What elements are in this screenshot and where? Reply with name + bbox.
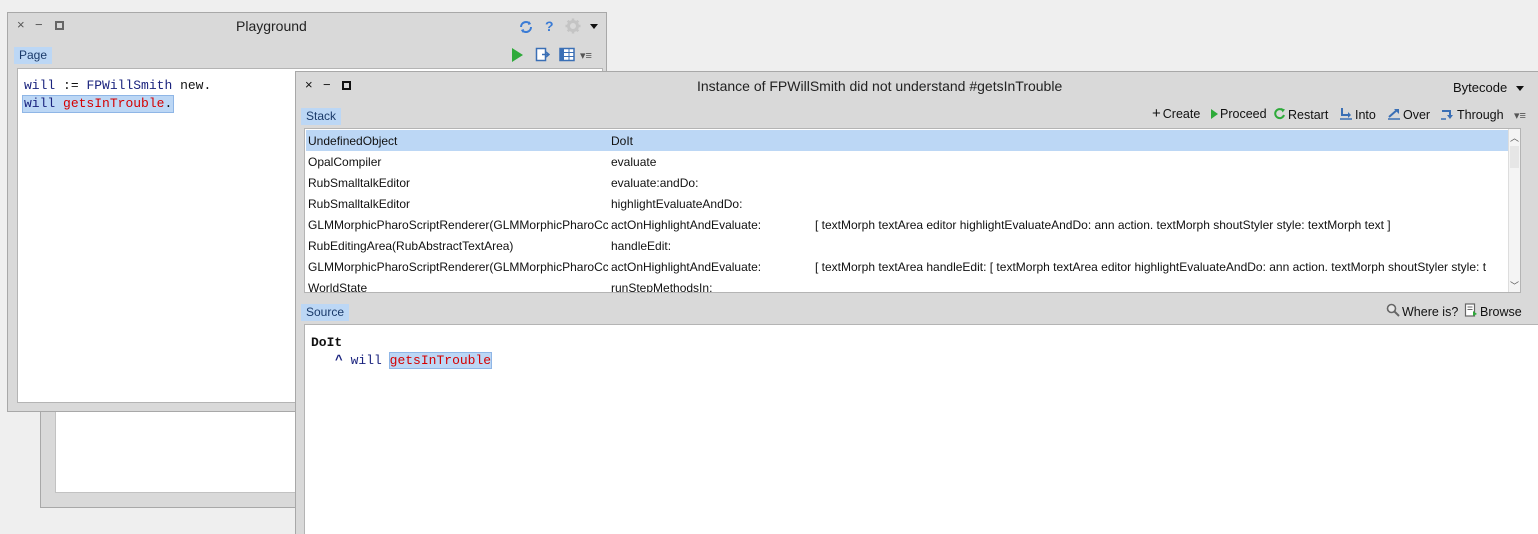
proceed-button[interactable]: Proceed xyxy=(1211,107,1267,121)
stack-class: GLMMorphicPharoScriptRenderer(GLMMorphic… xyxy=(308,260,608,274)
stack-list[interactable]: UndefinedObject DoIt OpalCompiler evalua… xyxy=(304,128,1521,293)
source-variable: will xyxy=(350,353,382,368)
debugger-window: × − Instance of FPWillSmith did not unde… xyxy=(295,71,1538,534)
help-icon[interactable]: ? xyxy=(545,18,554,34)
stack-class: RubSmalltalkEditor xyxy=(308,197,411,211)
window-title: Playground xyxy=(236,18,307,34)
tab-page-label: Page xyxy=(19,48,48,62)
stack-row[interactable]: UndefinedObject DoIt xyxy=(306,130,1508,151)
stack-row[interactable]: WorldState runStepMethodsIn: xyxy=(306,277,1508,293)
proceed-label: Proceed xyxy=(1220,107,1267,121)
playground-menu-icon[interactable]: ▾≡ xyxy=(580,49,592,62)
plus-icon: + xyxy=(1152,105,1161,122)
code-variable: will xyxy=(24,78,56,93)
settings-gear-icon[interactable] xyxy=(565,18,581,37)
tab-source-label: Source xyxy=(306,305,345,319)
menu-dropdown-icon[interactable] xyxy=(590,24,598,29)
stack-method: actOnHighlightAndEvaluate: xyxy=(611,218,762,232)
step-over-icon xyxy=(1387,107,1401,123)
stack-class: OpalCompiler xyxy=(308,155,382,169)
playground-titlebar[interactable]: × − Playground ? xyxy=(8,13,606,39)
through-button[interactable]: Through xyxy=(1440,107,1504,123)
minimize-icon[interactable]: − xyxy=(35,18,43,32)
maximize-icon[interactable] xyxy=(342,81,351,90)
scroll-down-icon[interactable]: ﹀ xyxy=(1509,279,1520,291)
stack-method: evaluate xyxy=(611,155,657,169)
tab-stack[interactable]: Stack xyxy=(301,108,342,125)
stack-method: DoIt xyxy=(611,134,634,148)
code-line-2-selected: will getsInTrouble. xyxy=(21,95,175,113)
stack-row[interactable]: RubSmalltalkEditor evaluate:andDo: xyxy=(306,172,1508,193)
stack-scrollbar[interactable]: ︿ ﹀ xyxy=(1508,129,1520,292)
stack-method: runStepMethodsIn: xyxy=(611,281,713,293)
stack-row[interactable]: GLMMorphicPharoScriptRenderer(GLMMorphic… xyxy=(306,256,1508,277)
create-button[interactable]: + Create xyxy=(1152,105,1201,122)
stack-class: GLMMorphicPharoScriptRenderer(GLMMorphic… xyxy=(308,218,608,232)
stack-row[interactable]: OpalCompiler evaluate xyxy=(306,151,1508,172)
source-line: ^ will getsInTrouble xyxy=(335,352,493,369)
through-label: Through xyxy=(1457,108,1504,122)
stack-row[interactable]: RubEditingArea(RubAbstractTextArea) hand… xyxy=(306,235,1508,256)
browse-icon xyxy=(1464,303,1478,320)
maximize-icon[interactable] xyxy=(55,21,64,30)
bindings-table-icon[interactable] xyxy=(559,47,575,65)
restart-icon xyxy=(1273,107,1286,123)
stack-class: WorldState xyxy=(308,281,368,293)
code-class: FPWillSmith xyxy=(86,78,173,93)
debugger-titlebar[interactable]: × − Instance of FPWillSmith did not unde… xyxy=(296,72,1538,98)
stack-class: RubEditingArea(RubAbstractTextArea) xyxy=(308,239,514,253)
stack-class: RubSmalltalkEditor xyxy=(308,176,411,190)
create-label: Create xyxy=(1162,107,1201,121)
into-label: Into xyxy=(1355,108,1376,122)
scroll-up-icon[interactable]: ︿ xyxy=(1509,131,1520,143)
magnifier-icon xyxy=(1386,303,1400,320)
tab-stack-label: Stack xyxy=(306,109,337,123)
scroll-thumb[interactable] xyxy=(1510,146,1519,168)
where-is-button[interactable]: Where is? xyxy=(1386,303,1458,320)
chevron-down-icon xyxy=(1515,86,1524,92)
run-icon[interactable] xyxy=(512,48,523,62)
into-button[interactable]: Into xyxy=(1339,107,1376,123)
close-icon[interactable]: × xyxy=(17,18,25,32)
restart-label: Restart xyxy=(1288,108,1329,122)
stack-method: highlightEvaluateAndDo: xyxy=(611,197,743,211)
inspect-icon[interactable] xyxy=(535,47,551,65)
stack-method: evaluate:andDo: xyxy=(611,176,699,190)
stack-class: UndefinedObject xyxy=(308,134,398,148)
browse-label: Browse xyxy=(1480,304,1522,319)
source-caret: ^ xyxy=(335,353,343,368)
restart-button[interactable]: Restart xyxy=(1273,107,1328,123)
code-selector: getsInTrouble xyxy=(63,96,165,111)
code-line-1: will := FPWillSmith new. xyxy=(24,78,211,94)
over-label: Over xyxy=(1403,108,1431,122)
close-icon[interactable]: × xyxy=(305,78,313,92)
refresh-icon[interactable] xyxy=(518,19,534,38)
stack-method: handleEdit: xyxy=(611,239,672,253)
stack-code: [ textMorph textArea editor highlightEva… xyxy=(815,218,1391,232)
stack-method: actOnHighlightAndEvaluate: xyxy=(611,260,762,274)
debugger-title: Instance of FPWillSmith did not understa… xyxy=(697,78,1063,94)
over-button[interactable]: Over xyxy=(1387,107,1430,123)
code-variable: will xyxy=(24,96,56,111)
code-message: new. xyxy=(172,78,212,93)
source-editor[interactable]: DoIt ^ will getsInTrouble xyxy=(304,324,1538,534)
stack-code: [ textMorph textArea handleEdit: [ textM… xyxy=(815,260,1487,274)
where-is-label: Where is? xyxy=(1402,304,1459,319)
bytecode-dropdown[interactable]: Bytecode xyxy=(1453,80,1524,95)
tab-page[interactable]: Page xyxy=(14,47,53,64)
step-through-icon xyxy=(1440,107,1455,123)
proceed-icon xyxy=(1211,109,1218,119)
stack-row[interactable]: GLMMorphicPharoScriptRenderer(GLMMorphic… xyxy=(306,214,1508,235)
source-highlighted-selector: getsInTrouble xyxy=(388,352,493,369)
code-period: . xyxy=(164,96,173,111)
stack-row[interactable]: RubSmalltalkEditor highlightEvaluateAndD… xyxy=(306,193,1508,214)
tab-source[interactable]: Source xyxy=(301,304,350,321)
stack-menu-icon[interactable]: ▾≡ xyxy=(1514,109,1526,122)
minimize-icon[interactable]: − xyxy=(323,78,331,92)
code-assign: := xyxy=(55,78,87,93)
step-into-icon xyxy=(1339,107,1353,123)
browse-button[interactable]: Browse xyxy=(1464,303,1522,320)
source-method-header: DoIt xyxy=(311,335,343,350)
bytecode-label: Bytecode xyxy=(1453,80,1508,95)
